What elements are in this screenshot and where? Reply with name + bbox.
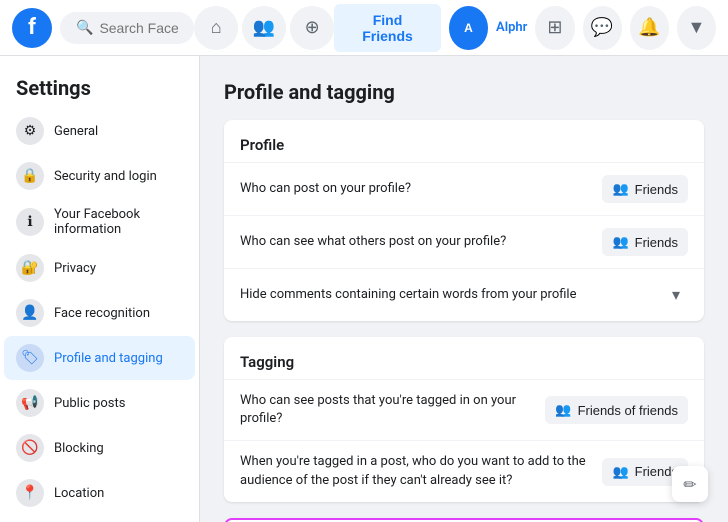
- sidebar-item-label: General: [54, 124, 98, 139]
- home-icon: ⌂: [211, 17, 222, 38]
- friends-nav-button[interactable]: 👥: [242, 6, 286, 50]
- sidebar-item-blocking[interactable]: 🚫 Blocking: [4, 426, 195, 470]
- who-post-label: Who can post on your profile?: [240, 180, 602, 198]
- friends-icon: 👥: [555, 402, 571, 418]
- profile-section-title: Profile: [224, 120, 704, 162]
- nav-right-actions: Find Friends A Alphr ⊞ 💬 🔔 ▼: [334, 4, 716, 52]
- sidebar-item-label: Your Facebook information: [54, 207, 183, 237]
- friends-icon: 👥: [612, 464, 628, 480]
- facebook-info-icon: ℹ: [16, 208, 44, 236]
- search-input[interactable]: [99, 20, 178, 36]
- search-bar[interactable]: 🔍: [60, 12, 194, 44]
- add-audience-row: When you're tagged in a post, who do you…: [224, 440, 704, 501]
- sidebar-item-label: Profile and tagging: [54, 351, 163, 366]
- reviewing-card: Reviewing Review posts that you're tagge…: [224, 518, 704, 522]
- facebook-logo: f: [12, 8, 52, 48]
- general-icon: ⚙: [16, 117, 44, 145]
- who-post-row: Who can post on your profile? 👥 Friends: [224, 162, 704, 215]
- main-content: Profile and tagging Profile Who can post…: [200, 56, 728, 522]
- sidebar-items-list: ⚙ General 🔒 Security and login ℹ Your Faceboo…: [0, 109, 199, 522]
- friends-icon: 👥: [253, 17, 275, 38]
- sidebar-item-facebook-info[interactable]: ℹ Your Facebook information: [4, 199, 195, 245]
- hide-comments-label: Hide comments containing certain words f…: [240, 286, 664, 304]
- watch-icon: ⊕: [305, 17, 320, 38]
- profile-card: Profile Who can post on your profile? 👥 …: [224, 120, 704, 321]
- sidebar-item-face-recognition[interactable]: 👤 Face recognition: [4, 291, 195, 335]
- sidebar-item-label: Face recognition: [54, 306, 150, 321]
- alphr-logo-button[interactable]: A: [449, 6, 488, 50]
- tagging-section-title: Tagging: [224, 337, 704, 379]
- bell-icon: 🔔: [638, 17, 660, 38]
- page-title: Profile and tagging: [224, 80, 704, 104]
- blocking-icon: 🚫: [16, 434, 44, 462]
- sidebar-item-label: Security and login: [54, 169, 157, 184]
- hide-comments-expand-button[interactable]: ▾: [664, 281, 688, 309]
- who-see-button[interactable]: 👥 Friends: [602, 228, 688, 256]
- see-tagged-label: Who can see posts that you're tagged in …: [240, 392, 545, 428]
- friends-icon: 👥: [612, 234, 628, 250]
- brand-label: Alphr: [496, 20, 527, 35]
- account-menu-button[interactable]: ▼: [677, 6, 716, 50]
- sidebar-item-security[interactable]: 🔒 Security and login: [4, 154, 195, 198]
- messenger-icon: 💬: [591, 17, 613, 38]
- home-nav-button[interactable]: ⌂: [194, 6, 238, 50]
- find-friends-button[interactable]: Find Friends: [334, 4, 441, 52]
- who-see-label: Who can see what others post on your pro…: [240, 233, 602, 251]
- alphr-icon: A: [464, 21, 473, 35]
- see-tagged-row: Who can see posts that you're tagged in …: [224, 379, 704, 440]
- sidebar-item-general[interactable]: ⚙ General: [4, 109, 195, 153]
- sidebar-item-public-posts[interactable]: 📢 Public posts: [4, 381, 195, 425]
- sidebar-item-label: Blocking: [54, 441, 104, 456]
- messenger-button[interactable]: 💬: [583, 6, 622, 50]
- sidebar-title: Settings: [0, 64, 199, 108]
- add-audience-label: When you're tagged in a post, who do you…: [240, 453, 602, 489]
- chevron-down-icon: ▼: [687, 17, 705, 38]
- notifications-button[interactable]: 🔔: [630, 6, 669, 50]
- who-see-row: Who can see what others post on your pro…: [224, 215, 704, 268]
- public-posts-icon: 📢: [16, 389, 44, 417]
- settings-sidebar: Settings ⚙ General 🔒 Security and login ℹ You…: [0, 56, 200, 522]
- sidebar-item-location[interactable]: 📍 Location: [4, 471, 195, 515]
- face-recognition-icon: 👤: [16, 299, 44, 327]
- sidebar-item-privacy[interactable]: 🔐 Privacy: [4, 246, 195, 290]
- watch-nav-button[interactable]: ⊕: [290, 6, 334, 50]
- sidebar-item-label: Location: [54, 486, 104, 501]
- sidebar-item-label: Privacy: [54, 261, 96, 276]
- edit-fab-button[interactable]: ✏: [672, 466, 708, 502]
- hide-comments-row: Hide comments containing certain words f…: [224, 268, 704, 321]
- edit-icon: ✏: [683, 475, 696, 494]
- tagging-card: Tagging Who can see posts that you're ta…: [224, 337, 704, 502]
- nav-center-icons: ⌂ 👥 ⊕: [194, 6, 334, 50]
- security-icon: 🔒: [16, 162, 44, 190]
- top-navigation: f 🔍 ⌂ 👥 ⊕ Find Friends A Alphr ⊞ 💬 🔔 ▼: [0, 0, 728, 56]
- apps-grid-icon: ⊞: [547, 17, 562, 38]
- location-icon: 📍: [16, 479, 44, 507]
- sidebar-item-label: Public posts: [54, 396, 125, 411]
- friends-icon: 👥: [612, 181, 628, 197]
- apps-grid-button[interactable]: ⊞: [535, 6, 574, 50]
- sidebar-item-language[interactable]: AaLanguage and region: [4, 516, 195, 522]
- sidebar-item-profile-tagging[interactable]: 🏷 Profile and tagging: [4, 336, 195, 380]
- privacy-icon: 🔐: [16, 254, 44, 282]
- chevron-down-icon: ▾: [672, 287, 680, 304]
- profile-tagging-icon: 🏷: [16, 344, 44, 372]
- who-post-button[interactable]: 👥 Friends: [602, 175, 688, 203]
- app-layout: Settings ⚙ General 🔒 Security and login ℹ You…: [0, 56, 728, 522]
- see-tagged-button[interactable]: 👥 Friends of friends: [545, 396, 688, 424]
